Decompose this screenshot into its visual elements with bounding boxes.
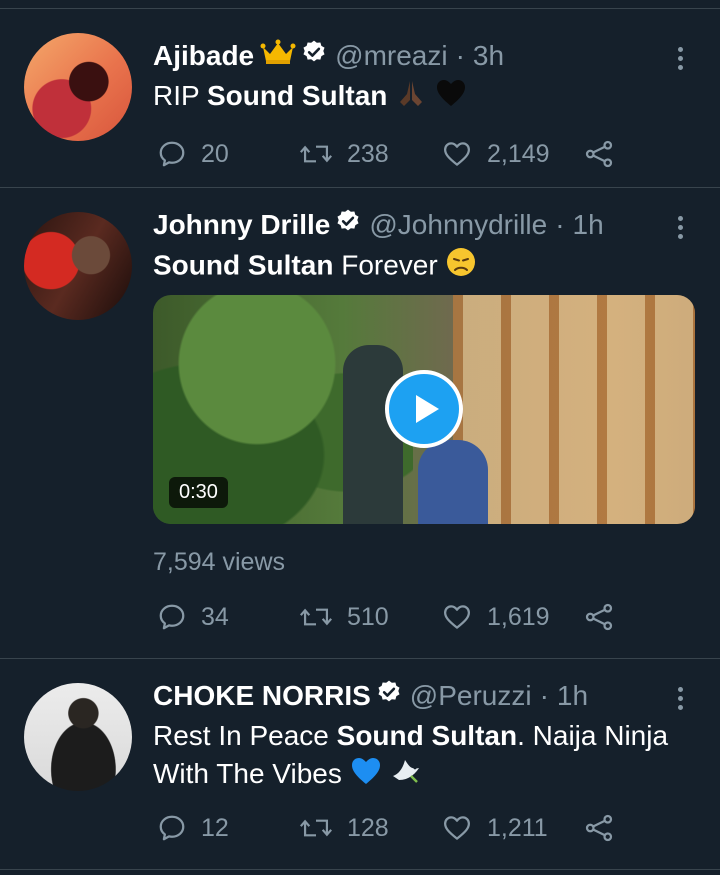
dove-emoji-icon (389, 756, 423, 796)
heart-icon (444, 816, 470, 840)
reply-count: 34 (201, 602, 229, 631)
more-options-icon[interactable] (678, 216, 684, 243)
reply-icon (159, 604, 185, 630)
retweet-button[interactable]: 510 (299, 602, 441, 632)
retweet-button[interactable]: 238 (299, 139, 441, 169)
share-icon (585, 814, 613, 842)
reply-icon (159, 141, 185, 167)
reply-count: 20 (201, 139, 229, 168)
tweet-actions: 34 510 1,619 (157, 602, 615, 632)
retweet-icon (299, 608, 333, 626)
share-button[interactable] (583, 813, 615, 843)
timestamp[interactable]: 3h (473, 39, 504, 73)
retweet-count: 128 (347, 813, 389, 842)
display-name[interactable]: Ajibade (153, 39, 254, 73)
top-divider (0, 0, 720, 9)
heart-icon (444, 142, 470, 166)
tweet-text: Sound Sultan Forever (153, 246, 700, 288)
video-pergola (453, 295, 695, 524)
video-person-2 (418, 440, 488, 524)
like-button[interactable]: 2,149 (441, 139, 583, 169)
tweet-header: Ajibade @mreazi · 3h (153, 39, 700, 73)
play-icon (416, 395, 439, 423)
like-count: 2,149 (487, 139, 550, 168)
like-button[interactable]: 1,211 (441, 813, 583, 843)
tweet-actions: 20 238 2,149 (157, 139, 615, 169)
tweet-actions: 12 128 1,211 (157, 813, 615, 843)
user-handle: @mreazi (335, 40, 448, 71)
tweet-header: CHOKE NORRIS @Peruzzi · 1h (153, 679, 700, 713)
folded-hands-emoji-icon (395, 78, 427, 118)
separator: · (539, 680, 549, 711)
retweet-icon (299, 145, 333, 163)
like-count: 1,211 (487, 813, 548, 842)
view-count: 7,594 views (153, 548, 286, 576)
user-handle: @Johnnydrille (369, 209, 548, 240)
disappointed-face-emoji-icon (445, 246, 477, 288)
retweet-icon (299, 819, 333, 837)
share-icon (585, 603, 613, 631)
like-button[interactable]: 1,619 (441, 602, 583, 632)
share-button[interactable] (583, 602, 615, 632)
avatar[interactable] (24, 33, 132, 141)
tweet-text: RIP Sound Sultan (153, 77, 700, 118)
share-button[interactable] (583, 139, 615, 169)
reply-count: 12 (201, 813, 229, 842)
timestamp[interactable]: 1h (557, 679, 588, 713)
reply-button[interactable]: 20 (157, 139, 299, 169)
reply-button[interactable]: 12 (157, 813, 299, 843)
tweet-header: Johnny Drille @Johnnydrille · 1h (153, 208, 700, 242)
reply-button[interactable]: 34 (157, 602, 299, 632)
display-name[interactable]: CHOKE NORRIS (153, 679, 371, 713)
video-player[interactable]: 0:30 (153, 295, 695, 524)
verified-badge-icon (376, 679, 402, 713)
verified-badge-icon (335, 208, 361, 242)
separator: · (555, 209, 565, 240)
crown-icon (260, 39, 296, 73)
avatar[interactable] (24, 683, 132, 791)
black-heart-emoji-icon (435, 78, 467, 118)
retweet-count: 510 (347, 602, 389, 631)
blue-heart-emoji-icon (350, 756, 382, 796)
tweet-ajibade[interactable]: Ajibade @mreazi · 3h RIP Sound Sultan 20 (0, 9, 720, 188)
video-duration: 0:30 (169, 477, 228, 508)
avatar[interactable] (24, 212, 132, 320)
retweet-button[interactable]: 128 (299, 813, 441, 843)
more-options-icon[interactable] (678, 47, 684, 74)
like-count: 1,619 (487, 602, 550, 631)
user-handle: @Peruzzi (409, 680, 532, 711)
share-icon (585, 140, 613, 168)
tweet-choke-norris[interactable]: CHOKE NORRIS @Peruzzi · 1h Rest In Peace… (0, 659, 720, 870)
heart-icon (444, 605, 470, 629)
retweet-count: 238 (347, 139, 389, 168)
tweet-text: Rest In Peace Sound Sultan. Naija Ninja … (153, 717, 700, 796)
timestamp[interactable]: 1h (573, 208, 604, 242)
verified-badge-icon (301, 39, 327, 73)
tweet-johnny-drille[interactable]: Johnny Drille @Johnnydrille · 1h Sound S… (0, 188, 720, 659)
display-name[interactable]: Johnny Drille (153, 208, 330, 242)
separator: · (455, 40, 465, 71)
reply-icon (159, 815, 185, 841)
play-button[interactable] (385, 370, 463, 448)
more-options-icon[interactable] (678, 687, 684, 714)
